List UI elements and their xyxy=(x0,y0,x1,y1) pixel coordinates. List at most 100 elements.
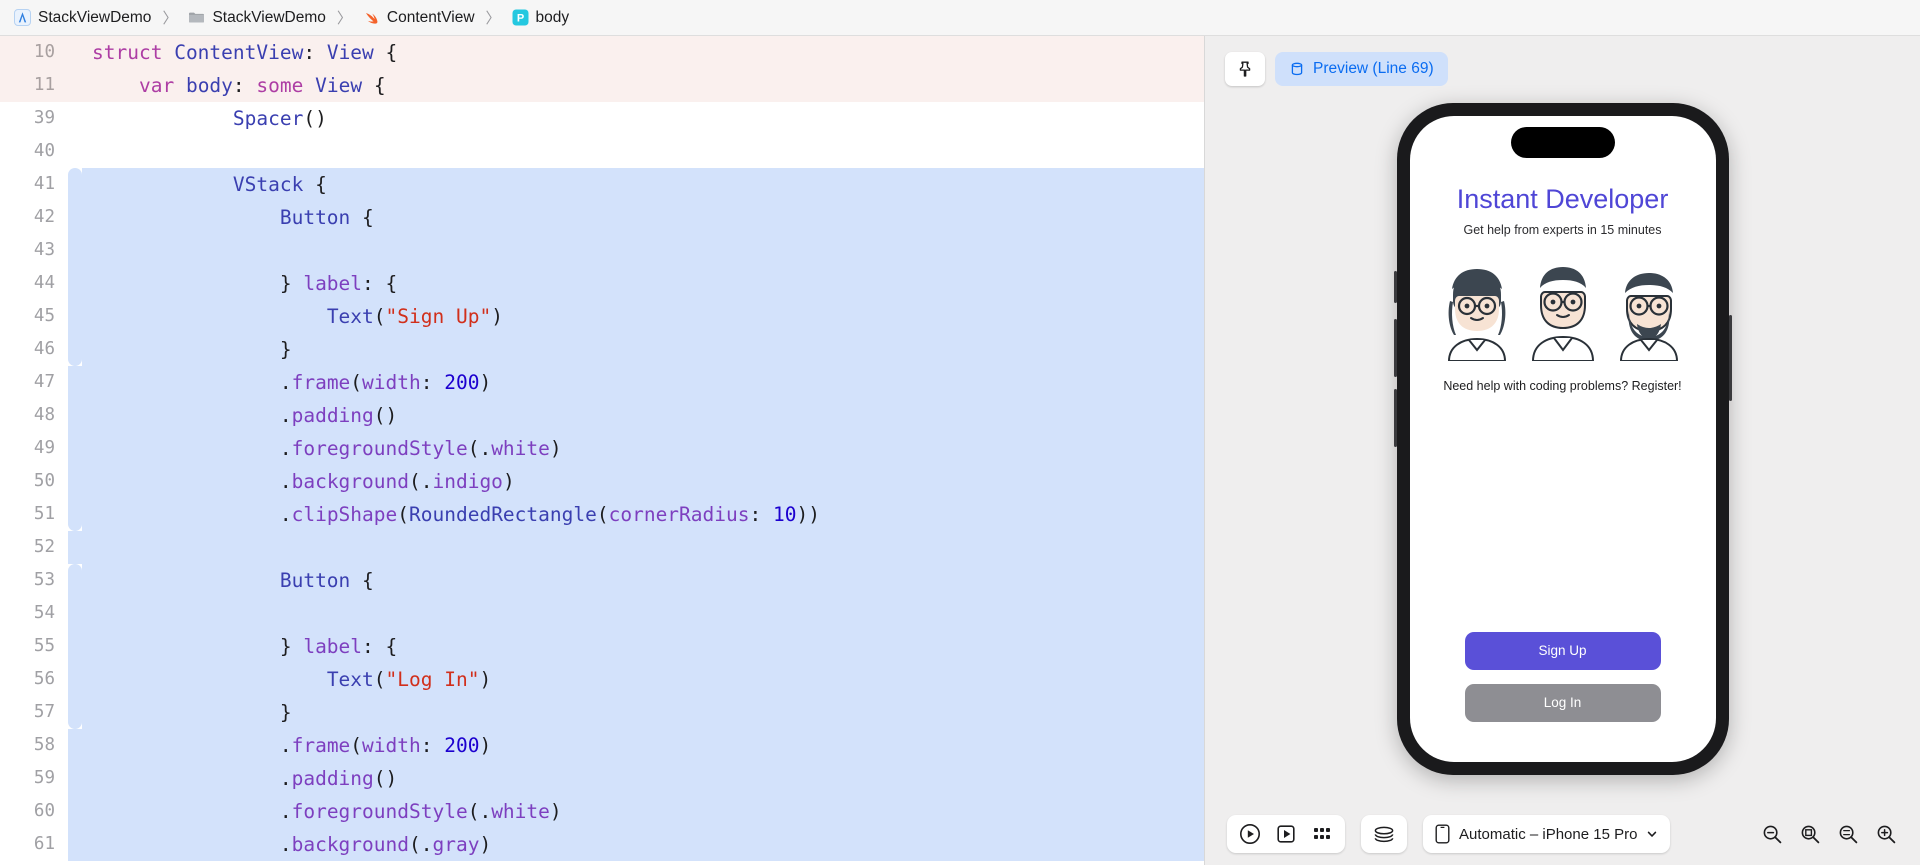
code-fold-ribbon[interactable] xyxy=(68,168,82,201)
code-text[interactable]: struct ContentView: View { xyxy=(82,36,1204,69)
code-line[interactable]: 52 xyxy=(0,531,1204,564)
code-line[interactable]: 59 .padding() xyxy=(0,762,1204,795)
code-text[interactable]: .foregroundStyle(.white) xyxy=(82,432,1204,465)
code-fold-ribbon[interactable] xyxy=(68,498,82,531)
app-login-button[interactable]: Log In xyxy=(1465,684,1661,722)
breadcrumb-item-project[interactable]: StackViewDemo xyxy=(10,7,155,29)
code-line[interactable]: 43 xyxy=(0,234,1204,267)
code-line[interactable]: 41 VStack { xyxy=(0,168,1204,201)
code-line[interactable]: 60 .foregroundStyle(.white) xyxy=(0,795,1204,828)
breadcrumb-item-body[interactable]: P body xyxy=(508,7,574,29)
code-text[interactable]: .frame(width: 200) xyxy=(82,366,1204,399)
avatar-person-3 xyxy=(1607,261,1691,361)
code-line[interactable]: 56 Text("Log In") xyxy=(0,663,1204,696)
code-line[interactable]: 39 Spacer() xyxy=(0,102,1204,135)
zoom-fit-button[interactable] xyxy=(1798,822,1822,846)
code-text[interactable]: .background(.indigo) xyxy=(82,465,1204,498)
code-fold-ribbon[interactable] xyxy=(68,696,82,729)
device-canvas[interactable]: Instant Developer Get help from experts … xyxy=(1205,92,1920,803)
code-fold-ribbon[interactable] xyxy=(68,366,82,399)
code-fold-ribbon[interactable] xyxy=(68,828,82,861)
code-text[interactable]: } xyxy=(82,333,1204,366)
breadcrumb-separator: 〉 xyxy=(481,7,506,28)
code-text[interactable]: .clipShape(RoundedRectangle(cornerRadius… xyxy=(82,498,1204,531)
code-line[interactable]: 11 var body: some View { xyxy=(0,69,1204,102)
code-line[interactable]: 40 xyxy=(0,135,1204,168)
code-fold-ribbon[interactable] xyxy=(68,564,82,597)
code-text[interactable]: Button { xyxy=(82,564,1204,597)
code-text[interactable] xyxy=(82,597,1204,630)
code-line[interactable]: 51 .clipShape(RoundedRectangle(cornerRad… xyxy=(0,498,1204,531)
code-fold-ribbon[interactable] xyxy=(68,201,82,234)
code-text[interactable] xyxy=(82,135,1204,168)
preview-line-button[interactable]: Preview (Line 69) xyxy=(1275,52,1448,86)
code-text[interactable]: .foregroundStyle(.white) xyxy=(82,795,1204,828)
code-line[interactable]: 54 xyxy=(0,597,1204,630)
code-text[interactable]: } label: { xyxy=(82,267,1204,300)
code-text[interactable]: Text("Log In") xyxy=(82,663,1204,696)
code-text[interactable]: } label: { xyxy=(82,630,1204,663)
code-text[interactable]: var body: some View { xyxy=(82,69,1204,102)
code-fold-ribbon[interactable] xyxy=(68,597,82,630)
code-line[interactable]: 44 } label: { xyxy=(0,267,1204,300)
code-line[interactable]: 61 .background(.gray) xyxy=(0,828,1204,861)
zoom-actual-size-button[interactable] xyxy=(1836,822,1860,846)
code-line[interactable]: 46 } xyxy=(0,333,1204,366)
breadcrumb-item-file[interactable]: ContentView xyxy=(359,7,479,29)
select-element-button[interactable] xyxy=(1269,819,1303,849)
code-line[interactable]: 58 .frame(width: 200) xyxy=(0,729,1204,762)
code-fold-ribbon[interactable] xyxy=(68,432,82,465)
code-line[interactable]: 57 } xyxy=(0,696,1204,729)
code-fold-ribbon[interactable] xyxy=(68,300,82,333)
code-text[interactable]: Text("Sign Up") xyxy=(82,300,1204,333)
code-fold-ribbon[interactable] xyxy=(68,135,82,168)
code-text[interactable]: .frame(width: 200) xyxy=(82,729,1204,762)
code-line[interactable]: 45 Text("Sign Up") xyxy=(0,300,1204,333)
code-text[interactable]: .background(.gray) xyxy=(82,828,1204,861)
code-editor[interactable]: 10struct ContentView: View {11 var body:… xyxy=(0,36,1205,865)
code-text[interactable]: Spacer() xyxy=(82,102,1204,135)
code-line[interactable]: 47 .frame(width: 200) xyxy=(0,366,1204,399)
code-fold-ribbon[interactable] xyxy=(68,663,82,696)
device-selector[interactable]: Automatic – iPhone 15 Pro xyxy=(1423,815,1670,853)
code-text[interactable] xyxy=(82,531,1204,564)
code-text[interactable]: .padding() xyxy=(82,762,1204,795)
code-line[interactable]: 10struct ContentView: View { xyxy=(0,36,1204,69)
device-label: Automatic – iPhone 15 Pro xyxy=(1459,826,1637,843)
code-line[interactable]: 49 .foregroundStyle(.white) xyxy=(0,432,1204,465)
live-preview-play-button[interactable] xyxy=(1233,819,1267,849)
code-text[interactable] xyxy=(82,234,1204,267)
code-fold-ribbon[interactable] xyxy=(68,333,82,366)
code-line[interactable]: 50 .background(.indigo) xyxy=(0,465,1204,498)
breadcrumb-item-folder[interactable]: StackViewDemo xyxy=(184,7,329,29)
code-fold-ribbon[interactable] xyxy=(68,399,82,432)
code-fold-ribbon[interactable] xyxy=(68,234,82,267)
app-signup-button[interactable]: Sign Up xyxy=(1465,632,1661,670)
code-fold-ribbon[interactable] xyxy=(68,630,82,663)
code-text[interactable]: VStack { xyxy=(82,168,1204,201)
code-lines[interactable]: 10struct ContentView: View {11 var body:… xyxy=(0,36,1204,861)
code-line[interactable]: 42 Button { xyxy=(0,201,1204,234)
code-fold-ribbon[interactable] xyxy=(68,36,82,69)
code-fold-ribbon[interactable] xyxy=(68,762,82,795)
code-line[interactable]: 55 } label: { xyxy=(0,630,1204,663)
variants-button[interactable] xyxy=(1305,819,1339,849)
code-fold-ribbon[interactable] xyxy=(68,69,82,102)
line-number: 60 xyxy=(0,795,68,828)
code-text[interactable]: } xyxy=(82,696,1204,729)
show-layers-button[interactable] xyxy=(1367,819,1401,849)
code-fold-ribbon[interactable] xyxy=(68,267,82,300)
code-fold-ribbon[interactable] xyxy=(68,531,82,564)
pin-preview-button[interactable] xyxy=(1225,52,1265,86)
code-fold-ribbon[interactable] xyxy=(68,729,82,762)
zoom-out-button[interactable] xyxy=(1760,822,1784,846)
code-fold-ribbon[interactable] xyxy=(68,465,82,498)
code-fold-ribbon[interactable] xyxy=(68,795,82,828)
preview-canvas: Preview (Line 69) Instant Developer Get … xyxy=(1205,36,1920,865)
zoom-in-button[interactable] xyxy=(1874,822,1898,846)
code-fold-ribbon[interactable] xyxy=(68,102,82,135)
code-text[interactable]: Button { xyxy=(82,201,1204,234)
code-line[interactable]: 48 .padding() xyxy=(0,399,1204,432)
code-text[interactable]: .padding() xyxy=(82,399,1204,432)
code-line[interactable]: 53 Button { xyxy=(0,564,1204,597)
